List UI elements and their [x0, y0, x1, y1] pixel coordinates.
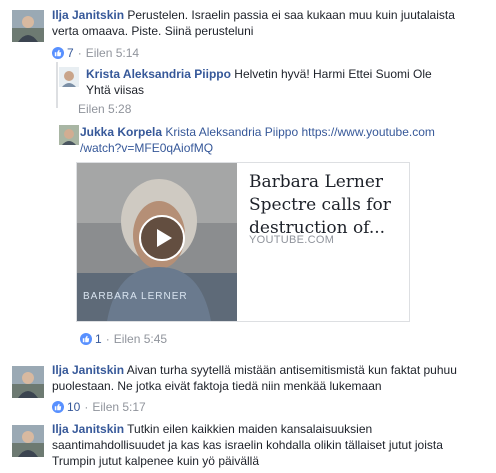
comment-author[interactable]: Ilja Janitskin	[52, 8, 124, 22]
avatar[interactable]	[59, 125, 79, 145]
comment-author[interactable]: Krista Aleksandria Piippo	[86, 67, 231, 81]
comment-meta: 7 · Eilen 5:14	[52, 45, 139, 61]
like-count[interactable]: 7	[67, 45, 74, 61]
comment-author[interactable]: Ilja Janitskin	[52, 422, 124, 436]
video-thumbnail[interactable]: BARBARA LERNER	[77, 163, 237, 321]
comment-time[interactable]: Eilen 5:28	[78, 101, 131, 117]
avatar-image	[59, 125, 79, 145]
comment-author[interactable]: Jukka Korpela	[80, 125, 162, 139]
avatar[interactable]	[12, 366, 44, 398]
reply-thread-line	[56, 62, 58, 108]
comment-meta: 10 · Eilen 5:17	[52, 399, 146, 415]
thumbs-up-icon	[52, 47, 64, 59]
avatar-image	[12, 366, 44, 398]
thumbs-up-icon	[80, 333, 92, 345]
avatar[interactable]	[12, 425, 44, 457]
like-count[interactable]: 10	[67, 399, 80, 415]
url-link-part-2[interactable]: /watch?v=MFE0qAiofMQ	[80, 141, 213, 155]
play-icon[interactable]	[139, 215, 185, 261]
link-preview-card[interactable]: BARBARA LERNER Barbara Lerner Spectre ca…	[76, 162, 410, 322]
like-count[interactable]: 1	[95, 331, 102, 347]
comment-time[interactable]: Eilen 5:14	[86, 45, 139, 61]
avatar[interactable]	[12, 10, 44, 42]
separator: ·	[84, 400, 89, 414]
avatar-image	[12, 10, 44, 42]
avatar[interactable]	[59, 67, 79, 87]
comment-meta: 1 · Eilen 5:45	[80, 331, 167, 347]
avatar-image	[12, 425, 44, 457]
preview-title[interactable]: Barbara Lerner Spectre calls for destruc…	[249, 171, 407, 240]
separator: ·	[105, 332, 110, 346]
thumbs-up-icon	[52, 401, 64, 413]
mention-link[interactable]: Krista Aleksandria Piippo	[165, 125, 298, 139]
comment-time[interactable]: Eilen 5:17	[92, 399, 145, 415]
preview-domain: YOUTUBE.COM	[249, 234, 335, 246]
comment-time[interactable]: Eilen 5:45	[114, 331, 167, 347]
thumbnail-caption: BARBARA LERNER	[83, 291, 188, 302]
comment-meta: Eilen 5:28	[78, 101, 131, 117]
separator: ·	[77, 46, 82, 60]
avatar-image	[59, 67, 79, 87]
comment-author[interactable]: Ilja Janitskin	[52, 363, 124, 377]
url-link-part-1[interactable]: https://www.youtube.com	[301, 125, 434, 139]
